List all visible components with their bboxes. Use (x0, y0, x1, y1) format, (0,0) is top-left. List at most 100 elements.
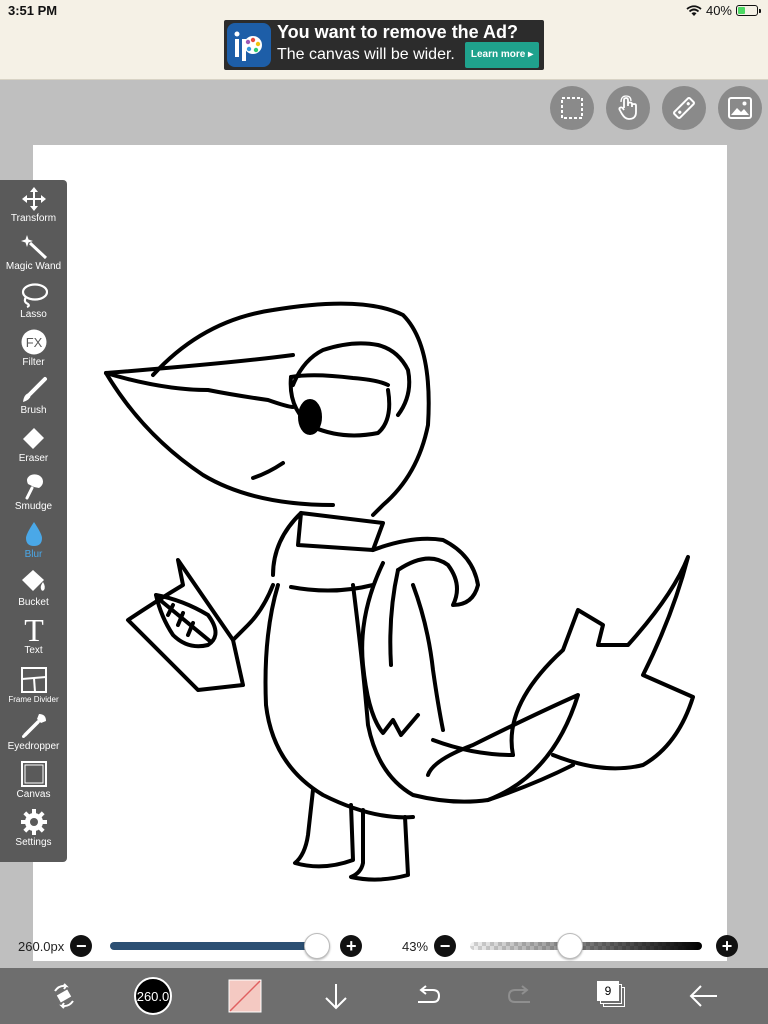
redo-button[interactable] (502, 976, 538, 1016)
battery-percent: 40% (705, 3, 732, 18)
status-bar: 3:51 PM 40% (0, 0, 768, 20)
brush-size-knob[interactable] (304, 933, 331, 959)
bottom-bar: 260.0 9 (0, 968, 768, 1024)
brush-size-readout: 260.0 (136, 988, 170, 1004)
status-time: 3:51 PM (8, 3, 58, 18)
touch-icon (618, 95, 637, 120)
top-tools (550, 86, 762, 130)
learn-more-button[interactable]: Learn more ▸ (464, 42, 540, 68)
tool-eyedropper[interactable]: Eyedropper (0, 708, 67, 756)
arrow-down-icon (325, 984, 347, 1010)
tool-bucket-label: Bucket (18, 597, 49, 608)
color-swatch-icon (228, 979, 262, 1013)
ruler-icon (673, 97, 695, 119)
redo-icon (507, 985, 530, 1003)
tool-brush[interactable]: Brush (0, 372, 67, 420)
opacity-control: 43% − + (402, 932, 739, 960)
layers-button[interactable]: 9 (594, 976, 630, 1016)
quick-transform-button[interactable] (44, 976, 84, 1016)
opacity-knob[interactable] (556, 933, 583, 959)
tool-eraser-label: Eraser (18, 453, 49, 464)
brush-size-plus-button[interactable]: + (340, 935, 363, 957)
tool-blur[interactable]: Blur (0, 516, 67, 564)
brush-size-minus-button[interactable]: − (70, 935, 93, 957)
brush-preview-button[interactable]: 260.0 (132, 976, 174, 1016)
bucket-icon (21, 570, 45, 591)
drawing-canvas[interactable] (33, 145, 727, 961)
filter-fx-icon: FX (21, 329, 46, 355)
tool-magic-wand[interactable]: Magic Wand (0, 228, 67, 276)
selection-button[interactable] (550, 86, 594, 130)
svg-text:FX: FX (25, 335, 42, 350)
tool-canvas[interactable]: Canvas (0, 756, 67, 804)
image-icon (728, 97, 752, 119)
tool-lasso[interactable]: Lasso (0, 276, 67, 324)
opacity-track[interactable] (470, 933, 703, 959)
color-swatch-button[interactable] (226, 976, 264, 1016)
tool-transform[interactable]: Transform (0, 180, 67, 228)
gear-icon (20, 809, 47, 835)
lasso-icon (21, 283, 48, 308)
tool-frame-divider[interactable]: Frame Divider (0, 660, 67, 708)
undo-icon (418, 985, 441, 1003)
tool-bucket[interactable]: Bucket (0, 564, 67, 612)
tool-filter[interactable]: FX Filter (0, 324, 67, 372)
opacity-value: 43% (402, 938, 429, 954)
canvas-icon (20, 761, 47, 787)
tool-palette: Transform Magic Wand Lasso FX Filter Bru… (0, 180, 67, 862)
magic-wand-icon (20, 235, 47, 260)
brush-size-control: 260.0px − + (18, 932, 363, 960)
tool-brush-label: Brush (20, 405, 47, 416)
touch-button[interactable] (606, 86, 650, 130)
brush-size-track[interactable] (110, 933, 331, 959)
battery-fill (738, 7, 746, 14)
brush-preview-icon: 260.0 (134, 977, 172, 1015)
arrow-left-icon (689, 985, 717, 1007)
wifi-icon (686, 4, 702, 16)
tool-settings-label: Settings (15, 837, 52, 848)
tool-canvas-label: Canvas (16, 789, 51, 800)
tool-eyedropper-label: Eyedropper (7, 741, 60, 752)
tool-text-label: Text (24, 645, 43, 656)
tool-settings[interactable]: Settings (0, 804, 67, 852)
status-indicators: 40% (686, 3, 761, 18)
back-button[interactable] (686, 976, 722, 1016)
tool-lasso-label: Lasso (20, 309, 47, 320)
layers-count: 9 (597, 981, 619, 1001)
tool-filter-label: Filter (22, 357, 45, 368)
water-drop-icon (25, 522, 42, 546)
text-t-icon: T (24, 614, 44, 644)
svg-text:T: T (24, 614, 44, 644)
tool-magic-wand-label: Magic Wand (5, 261, 62, 272)
opacity-minus-button[interactable]: − (434, 935, 457, 957)
ad-banner[interactable]: You want to remove the Ad? The canvas wi… (224, 20, 544, 70)
frame-divider-icon (20, 667, 47, 693)
tool-smudge[interactable]: Smudge (0, 468, 67, 516)
tool-frame-divider-label: Frame Divider (8, 695, 59, 704)
ruler-button[interactable] (662, 86, 706, 130)
move-arrows-icon (21, 187, 46, 211)
brush-size-value: 260.0px (18, 938, 65, 954)
download-button[interactable] (318, 976, 354, 1016)
brush-icon (22, 377, 47, 402)
tool-smudge-label: Smudge (14, 501, 53, 512)
ad-area: You want to remove the Ad? The canvas wi… (0, 20, 768, 80)
eyedropper-icon (21, 714, 46, 738)
tool-eraser[interactable]: Eraser (0, 420, 67, 468)
snivy-line-art (104, 301, 695, 882)
ad-title: You want to remove the Ad? (277, 22, 519, 42)
undo-button[interactable] (410, 976, 446, 1016)
ibispaint-logo-icon (227, 23, 271, 67)
battery-icon (736, 5, 761, 16)
layers-icon: 9 (597, 981, 627, 1010)
rotate-arrows-icon (54, 983, 74, 1009)
eraser-icon (22, 428, 44, 449)
selection-icon (561, 97, 583, 119)
tool-transform-label: Transform (10, 213, 57, 224)
tool-blur-label: Blur (24, 549, 43, 560)
tool-text[interactable]: T Text (0, 612, 67, 660)
ad-subtitle: The canvas will be wider. (277, 46, 455, 63)
opacity-plus-button[interactable]: + (716, 935, 739, 957)
reference-image-button[interactable] (718, 86, 762, 130)
smudge-icon (25, 474, 43, 500)
